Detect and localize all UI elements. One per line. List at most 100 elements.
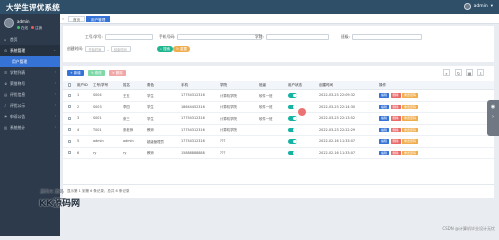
delete-button-label: 删除 bbox=[115, 71, 123, 75]
phone-input[interactable] bbox=[177, 34, 263, 40]
row-checkbox[interactable] bbox=[68, 148, 72, 159]
reset-password-button[interactable]: 重置密码 bbox=[402, 139, 419, 144]
tab-scroll-left-icon[interactable]: « bbox=[62, 17, 64, 21]
edit-row-button[interactable]: 编辑 bbox=[379, 104, 390, 109]
college-input[interactable] bbox=[265, 34, 329, 40]
search-icon[interactable]: ⌕ bbox=[443, 69, 450, 76]
column-header[interactable]: 用户ID bbox=[77, 81, 88, 89]
sidebar-item[interactable]: ⚙ 系统管理 ⌄ bbox=[0, 44, 60, 56]
camera-icon[interactable]: ◉ bbox=[487, 104, 499, 110]
cursor-indicator bbox=[298, 108, 306, 116]
sidebar-item[interactable]: ⌂ 首页 bbox=[0, 34, 60, 45]
sidebar-item[interactable]: ☰ 学院列表 ‹ bbox=[0, 67, 60, 78]
column-header[interactable]: 创建时间 bbox=[319, 81, 333, 89]
field-class: 班级: bbox=[341, 34, 422, 40]
edit-row-button[interactable]: 编辑 bbox=[379, 93, 390, 98]
status-toggle[interactable] bbox=[288, 148, 297, 159]
tab-user-management[interactable]: 用户管理 bbox=[86, 16, 111, 22]
toggle-switch bbox=[288, 127, 297, 132]
table-row[interactable]: 5 admin admin 超级管理员 17754312316??? 2022-02-16… bbox=[63, 136, 494, 148]
chevron-right-icon: ‹ bbox=[54, 124, 56, 129]
row-checkbox[interactable] bbox=[68, 136, 72, 147]
checkbox-box bbox=[68, 83, 72, 87]
delete-row-button[interactable]: 删除 bbox=[390, 139, 401, 144]
delete-button[interactable]: ✕ 删除 bbox=[109, 70, 126, 76]
edit-row-button[interactable]: 编辑 bbox=[379, 116, 390, 121]
status-toggle[interactable] bbox=[288, 90, 297, 101]
table-cell: ry bbox=[123, 150, 127, 155]
column-header[interactable]: 姓名 bbox=[123, 81, 130, 89]
edit-row-button[interactable]: 编辑 bbox=[379, 139, 390, 144]
date-to-input[interactable]: 结束时间 bbox=[110, 46, 131, 52]
row-checkbox[interactable] bbox=[68, 113, 72, 124]
delete-row-button[interactable]: 删除 bbox=[390, 116, 401, 121]
select-all-checkbox[interactable] bbox=[68, 81, 72, 89]
chevron-down-icon: ⌄ bbox=[53, 47, 56, 52]
field-college: 学院: bbox=[255, 34, 329, 40]
table-row[interactable]: 2 S003 李四 学生 18644452316 计算机学院 软件一班 2022-03-23 … bbox=[63, 102, 494, 113]
logout-link[interactable]: 注销 bbox=[31, 26, 42, 31]
tab-home[interactable]: 首页 bbox=[68, 16, 86, 22]
edit-button[interactable]: ✎ 修改 bbox=[88, 70, 105, 76]
app-title: 大学生评优系统 bbox=[6, 3, 60, 12]
delete-row-button[interactable]: 删除 bbox=[390, 93, 401, 98]
status-toggle[interactable] bbox=[288, 102, 297, 113]
reset-password-button[interactable]: 重置密码 bbox=[402, 93, 419, 98]
status-toggle[interactable] bbox=[288, 113, 297, 124]
edit-row-button[interactable]: 编辑 bbox=[379, 127, 390, 132]
row-checkbox[interactable] bbox=[68, 90, 72, 101]
reset-password-button[interactable]: 重置密码 bbox=[402, 104, 419, 109]
field-label: 创建时间: bbox=[67, 46, 84, 51]
table-cell: 计算机学院 bbox=[220, 128, 237, 133]
table-row[interactable]: 4 T001 张老师 教师 17754312316 计算机学院 2022-03-23 22:… bbox=[63, 125, 494, 136]
checkbox-box bbox=[68, 139, 72, 143]
column-header[interactable]: 学院 bbox=[220, 81, 227, 89]
sidebar-item[interactable]: ♛ 荣誉称号 ‹ bbox=[0, 78, 60, 89]
delete-row-button[interactable]: 删除 bbox=[390, 150, 401, 155]
column-header[interactable]: 工号/学号 bbox=[93, 81, 108, 89]
row-checkbox[interactable] bbox=[68, 102, 72, 113]
top-user-menu[interactable]: admin ▾ bbox=[463, 3, 493, 10]
toggle-switch bbox=[288, 93, 297, 98]
export-icon[interactable]: ⇩ bbox=[477, 69, 484, 76]
date-from-input[interactable]: 开始时间 bbox=[85, 46, 106, 52]
class-input[interactable] bbox=[351, 34, 422, 40]
delete-row-button[interactable]: 删除 bbox=[390, 104, 401, 109]
add-button[interactable]: + 新增 bbox=[67, 70, 84, 76]
table-cell: 2 bbox=[77, 104, 80, 109]
status-toggle[interactable] bbox=[288, 136, 297, 147]
user-number-input[interactable] bbox=[104, 34, 153, 40]
sidebar-item[interactable]: ▥ 系统统计 ‹ bbox=[0, 122, 60, 133]
reset-button[interactable]: ↻ 重置 bbox=[173, 46, 191, 52]
table-cell: 2022-03-23 22:14:30 bbox=[319, 104, 356, 109]
reset-password-button[interactable]: 重置密码 bbox=[402, 150, 419, 155]
table-row[interactable]: 6 ry ry 教师 15888888888??? 2022-02-16 11:33:07… bbox=[63, 148, 494, 159]
online-status: 在线 bbox=[17, 26, 28, 31]
row-checkbox[interactable] bbox=[68, 125, 72, 136]
delete-row-button[interactable]: 删除 bbox=[390, 127, 401, 132]
sidebar-item[interactable]: ♪ 评优公示 ‹ bbox=[0, 100, 60, 111]
edit-row-button[interactable]: 编辑 bbox=[379, 150, 390, 155]
online-dot-icon bbox=[17, 26, 20, 29]
search-button[interactable]: ⌕ 搜索 bbox=[157, 46, 174, 52]
table-row[interactable]: 1 S004 王五 学生 17754312316 计算机学院 软件一班 2022-03-23 … bbox=[63, 90, 494, 102]
toggle-switch bbox=[288, 104, 297, 109]
column-header[interactable]: 班级 bbox=[259, 81, 266, 89]
column-header[interactable]: 角色 bbox=[147, 81, 154, 89]
table-row[interactable]: 3 S001 张三 学生 17754312316 计算机学院 软件一班 2022-03-23 … bbox=[63, 113, 494, 125]
columns-icon[interactable]: ▦ bbox=[466, 69, 473, 76]
column-header[interactable]: 操作 bbox=[379, 81, 386, 89]
reset-password-button[interactable]: 重置密码 bbox=[402, 116, 419, 121]
table-cell: 15888888888 bbox=[181, 150, 205, 155]
sidebar-item[interactable]: ⚑ 申诉公告 ‹ bbox=[0, 111, 60, 122]
refresh-icon[interactable]: ↻ bbox=[455, 69, 462, 76]
sidebar-item-label: 申诉公告 bbox=[10, 113, 26, 119]
status-toggle[interactable] bbox=[288, 125, 297, 136]
field-label: 学院: bbox=[255, 34, 264, 39]
reset-password-button[interactable]: 重置密码 bbox=[402, 127, 419, 132]
sidebar-item[interactable]: ▤ 评优信息 ‹ bbox=[0, 89, 60, 100]
chevron-right-icon[interactable]: › bbox=[487, 114, 499, 120]
column-header[interactable]: 用户状态 bbox=[288, 81, 302, 89]
column-header[interactable]: 手机 bbox=[181, 81, 188, 89]
sidebar-item[interactable]: 用户管理 bbox=[0, 55, 60, 67]
